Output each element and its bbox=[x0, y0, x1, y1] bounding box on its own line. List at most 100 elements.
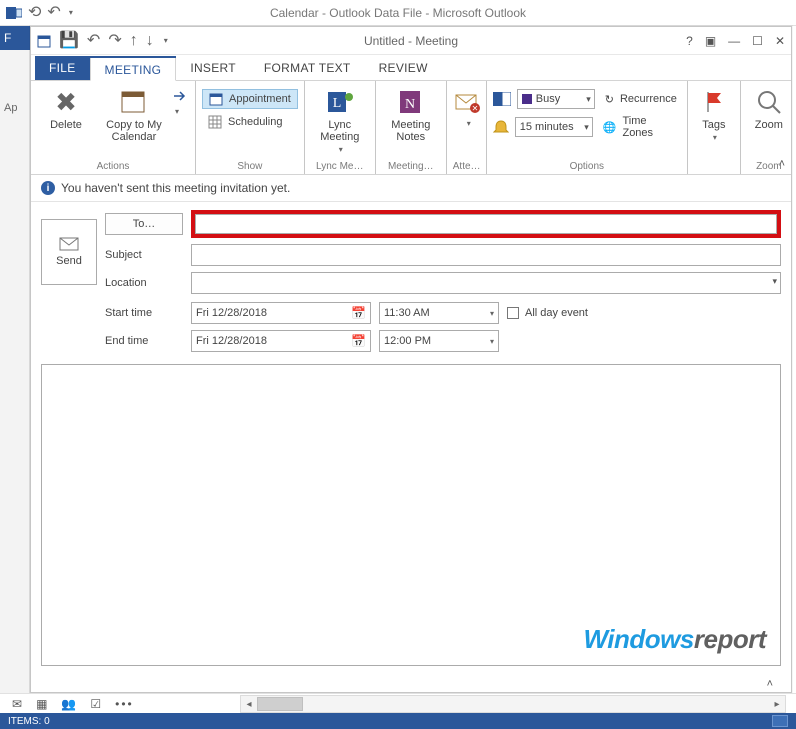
onenote-icon: N bbox=[396, 87, 426, 117]
outlook-icon bbox=[6, 5, 22, 21]
busy-swatch-icon bbox=[522, 94, 532, 104]
save-icon[interactable]: 💾 bbox=[59, 33, 79, 49]
zoom-button[interactable]: Zoom bbox=[747, 85, 791, 131]
send-button[interactable]: Send bbox=[41, 219, 97, 285]
lync-meeting-button[interactable]: L Lync Meeting ▾ bbox=[311, 85, 369, 154]
tags-label: Tags bbox=[702, 119, 725, 131]
parent-app-label: Ap bbox=[0, 102, 29, 114]
tab-meeting[interactable]: MEETING bbox=[90, 57, 177, 81]
copy-to-calendar-button[interactable]: Copy to My Calendar bbox=[99, 85, 169, 143]
qat-customize-icon[interactable]: ▾ bbox=[164, 36, 168, 45]
scheduling-icon bbox=[208, 115, 222, 129]
ribbon-group-options: Busy ↻ Recurrence 15 minutes 🌐 bbox=[487, 81, 688, 174]
calendar-icon[interactable]: 📅 bbox=[351, 306, 366, 320]
scheduling-button[interactable]: Scheduling bbox=[202, 113, 298, 131]
tags-button[interactable]: Tags ▾ bbox=[694, 85, 734, 142]
mail-nav-icon[interactable]: ✉ bbox=[12, 697, 22, 711]
end-time-value: 12:00 PM bbox=[384, 335, 431, 347]
info-text: You haven't sent this meeting invitation… bbox=[61, 181, 290, 195]
scroll-left-icon[interactable]: ◂ bbox=[241, 699, 257, 710]
globe-icon: 🌐 bbox=[603, 121, 617, 134]
scroll-right-icon[interactable]: ▸ bbox=[769, 699, 785, 710]
to-button[interactable]: To… bbox=[105, 213, 183, 235]
svg-text:✕: ✕ bbox=[471, 104, 478, 113]
delete-label: Delete bbox=[50, 119, 82, 131]
svg-text:L: L bbox=[332, 96, 341, 111]
start-time-value: 11:30 AM bbox=[384, 307, 430, 319]
info-icon: i bbox=[41, 181, 55, 195]
more-nav-icon[interactable]: ••• bbox=[115, 697, 134, 711]
scroll-thumb[interactable] bbox=[257, 697, 303, 711]
meeting-header-form: Send To… Subject Location ▾ bbox=[31, 202, 791, 298]
reminder-icon bbox=[493, 119, 509, 135]
show-as-combo[interactable]: Busy bbox=[517, 89, 595, 109]
subject-input[interactable] bbox=[191, 244, 781, 266]
start-time-input[interactable]: 11:30 AM ▾ bbox=[379, 302, 499, 324]
status-right-box bbox=[772, 715, 788, 727]
meeting-notes-button[interactable]: N Meeting Notes bbox=[382, 85, 440, 143]
parent-file-tab[interactable]: F bbox=[0, 26, 30, 50]
send-receive-icon[interactable]: ⟲ bbox=[28, 5, 41, 21]
parent-window-title: Calendar - Outlook Data File - Microsoft… bbox=[0, 6, 796, 20]
start-time-label: Start time bbox=[105, 307, 183, 319]
group-label-notes: Meeting… bbox=[382, 161, 440, 172]
zoom-label: Zoom bbox=[755, 119, 783, 131]
maximize-icon[interactable]: ☐ bbox=[752, 34, 763, 48]
collapse-body-icon[interactable]: ˄ bbox=[767, 678, 773, 690]
location-dropdown-icon[interactable]: ▾ bbox=[772, 276, 777, 287]
cancel-invitation-button[interactable]: ✕ ▾ bbox=[453, 85, 483, 128]
meeting-title-bar: 💾 ↶ ↷ ↑ ↓ ▾ Untitled - Meeting ? ▣ — ☐ ✕ bbox=[31, 27, 791, 55]
undo-icon[interactable]: ↶ bbox=[87, 33, 100, 49]
end-date-input[interactable]: Fri 12/28/2018 📅 bbox=[191, 330, 371, 352]
minimize-icon[interactable]: — bbox=[728, 34, 740, 48]
horizontal-scrollbar[interactable]: ◂ ▸ bbox=[240, 695, 786, 713]
calendar-nav-icon[interactable]: ▦ bbox=[36, 697, 47, 711]
recurrence-label: Recurrence bbox=[620, 93, 677, 105]
tasks-nav-icon[interactable]: ☑ bbox=[90, 697, 101, 711]
location-label: Location bbox=[105, 277, 183, 289]
undo-icon[interactable]: ↶ bbox=[47, 5, 60, 21]
location-input[interactable] bbox=[191, 272, 781, 294]
next-item-icon[interactable]: ↓ bbox=[146, 33, 154, 49]
people-nav-icon[interactable]: 👥 bbox=[61, 697, 76, 711]
ribbon-group-attendees: ✕ ▾ Atte… bbox=[447, 81, 487, 174]
reminder-value: 15 minutes bbox=[520, 121, 574, 133]
forward-icon[interactable]: ▾ bbox=[173, 89, 189, 117]
ribbon-display-icon[interactable]: ▣ bbox=[705, 34, 716, 48]
calendar-icon[interactable]: 📅 bbox=[351, 334, 366, 348]
chevron-down-icon[interactable]: ▾ bbox=[490, 337, 494, 346]
appointment-button[interactable]: Appointment bbox=[202, 89, 298, 109]
redo-icon[interactable]: ↷ bbox=[108, 33, 121, 49]
ribbon-group-notes: N Meeting Notes Meeting… bbox=[376, 81, 447, 174]
show-as-value: Busy bbox=[536, 93, 560, 105]
end-time-input[interactable]: 12:00 PM ▾ bbox=[379, 330, 499, 352]
send-icon bbox=[58, 237, 80, 251]
meeting-window: 💾 ↶ ↷ ↑ ↓ ▾ Untitled - Meeting ? ▣ — ☐ ✕… bbox=[30, 26, 792, 693]
tab-review[interactable]: REVIEW bbox=[365, 56, 442, 80]
subject-label: Subject bbox=[105, 249, 183, 261]
meeting-time-grid: Start time Fri 12/28/2018 📅 11:30 AM ▾ A… bbox=[31, 298, 791, 360]
previous-item-icon[interactable]: ↑ bbox=[130, 33, 138, 49]
collapse-ribbon-icon[interactable]: ˄ bbox=[779, 158, 785, 170]
checkbox-box bbox=[507, 307, 519, 319]
to-field-highlight bbox=[191, 210, 781, 238]
group-label-lync: Lync Me… bbox=[311, 161, 369, 172]
to-input[interactable] bbox=[195, 214, 777, 234]
end-date-value: Fri 12/28/2018 bbox=[196, 335, 267, 347]
all-day-checkbox[interactable]: All day event bbox=[507, 307, 781, 319]
chevron-down-icon[interactable]: ▾ bbox=[490, 309, 494, 318]
tab-insert[interactable]: INSERT bbox=[176, 56, 250, 80]
delete-button[interactable]: ✖ Delete bbox=[37, 85, 95, 143]
tab-file[interactable]: FILE bbox=[35, 56, 90, 80]
meeting-body-editor[interactable]: Windowsreport bbox=[41, 364, 781, 666]
close-icon[interactable]: ✕ bbox=[775, 34, 785, 48]
reminder-combo[interactable]: 15 minutes bbox=[515, 117, 593, 137]
time-zones-button[interactable]: 🌐 Time Zones bbox=[599, 115, 681, 139]
recurrence-button[interactable]: ↻ Recurrence bbox=[601, 93, 681, 106]
start-date-input[interactable]: Fri 12/28/2018 📅 bbox=[191, 302, 371, 324]
help-icon[interactable]: ? bbox=[686, 34, 693, 48]
svg-text:N: N bbox=[405, 97, 415, 112]
tab-format-text[interactable]: FORMAT TEXT bbox=[250, 56, 365, 80]
appointment-icon bbox=[209, 92, 223, 106]
qat-dropdown-icon[interactable]: ▾ bbox=[69, 8, 73, 17]
